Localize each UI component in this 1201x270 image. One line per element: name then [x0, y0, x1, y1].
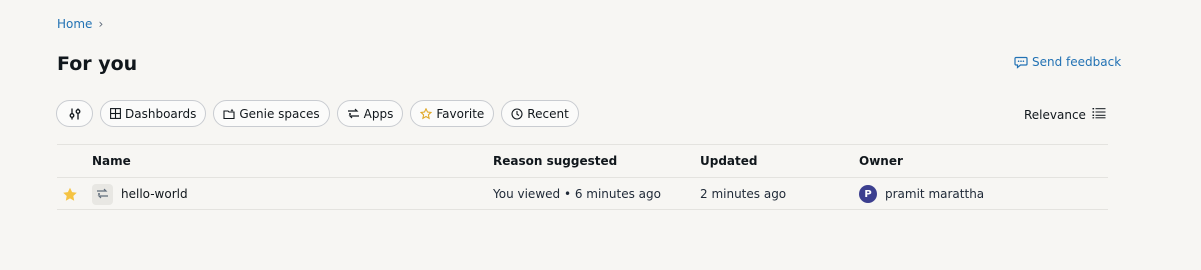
breadcrumb-separator: ›: [98, 17, 104, 31]
filter-recent[interactable]: Recent: [501, 100, 579, 127]
column-header-name[interactable]: Name: [92, 145, 131, 177]
filter-dashboards[interactable]: Dashboards: [100, 100, 207, 127]
row-owner-name: pramit marattha: [885, 187, 985, 201]
filter-apps-label: Apps: [363, 106, 394, 121]
row-reason: You viewed • 6 minutes ago: [493, 187, 661, 201]
breadcrumb-home-link[interactable]: Home: [57, 17, 92, 31]
send-feedback-label: Send feedback: [1032, 55, 1122, 69]
star-filled-icon: [62, 187, 78, 202]
suggestions-table: Name Reason suggested Updated Owner hell…: [57, 144, 1108, 210]
row-name-link[interactable]: hello-world: [121, 187, 188, 201]
column-header-updated[interactable]: Updated: [700, 145, 758, 177]
filter-settings-button[interactable]: [56, 100, 93, 127]
app-type-icon: [92, 183, 113, 205]
filter-apps[interactable]: Apps: [336, 100, 404, 127]
filter-recent-label: Recent: [527, 106, 569, 121]
filter-favorite[interactable]: Favorite: [410, 100, 495, 127]
sliders-icon: [68, 107, 82, 121]
table-row[interactable]: hello-world You viewed • 6 minutes ago 2…: [57, 177, 1108, 210]
row-updated: 2 minutes ago: [700, 187, 787, 201]
filter-genie-spaces-label: Genie spaces: [239, 106, 320, 121]
filter-favorite-label: Favorite: [436, 106, 485, 121]
row-owner-cell: P pramit marattha: [859, 178, 984, 210]
send-feedback-link[interactable]: Send feedback: [1014, 55, 1121, 69]
column-header-owner[interactable]: Owner: [859, 145, 903, 177]
table-header: Name Reason suggested Updated Owner: [57, 144, 1108, 177]
filter-genie-spaces[interactable]: Genie spaces: [213, 100, 330, 127]
apps-icon: [347, 108, 360, 120]
clock-icon: [511, 107, 523, 120]
breadcrumb: Home ›: [57, 17, 103, 31]
row-name-cell: hello-world: [92, 178, 188, 210]
genie-icon: [223, 108, 235, 120]
grid-icon: [110, 108, 121, 119]
filter-bar: Dashboards Genie spaces Apps Favorite Re…: [56, 100, 579, 127]
sort-dropdown[interactable]: Relevance: [1024, 107, 1106, 122]
for-you-page: Home › For you Send feedback Dashboards …: [0, 0, 1201, 270]
chat-bubble-icon: [1014, 55, 1028, 69]
page-title: For you: [57, 53, 138, 75]
favorite-toggle[interactable]: [62, 178, 78, 210]
list-icon: [1092, 107, 1106, 122]
filter-dashboards-label: Dashboards: [125, 106, 197, 121]
sort-label: Relevance: [1024, 107, 1086, 122]
column-header-reason[interactable]: Reason suggested: [493, 145, 617, 177]
avatar: P: [859, 185, 877, 203]
star-outline-icon: [420, 107, 433, 120]
